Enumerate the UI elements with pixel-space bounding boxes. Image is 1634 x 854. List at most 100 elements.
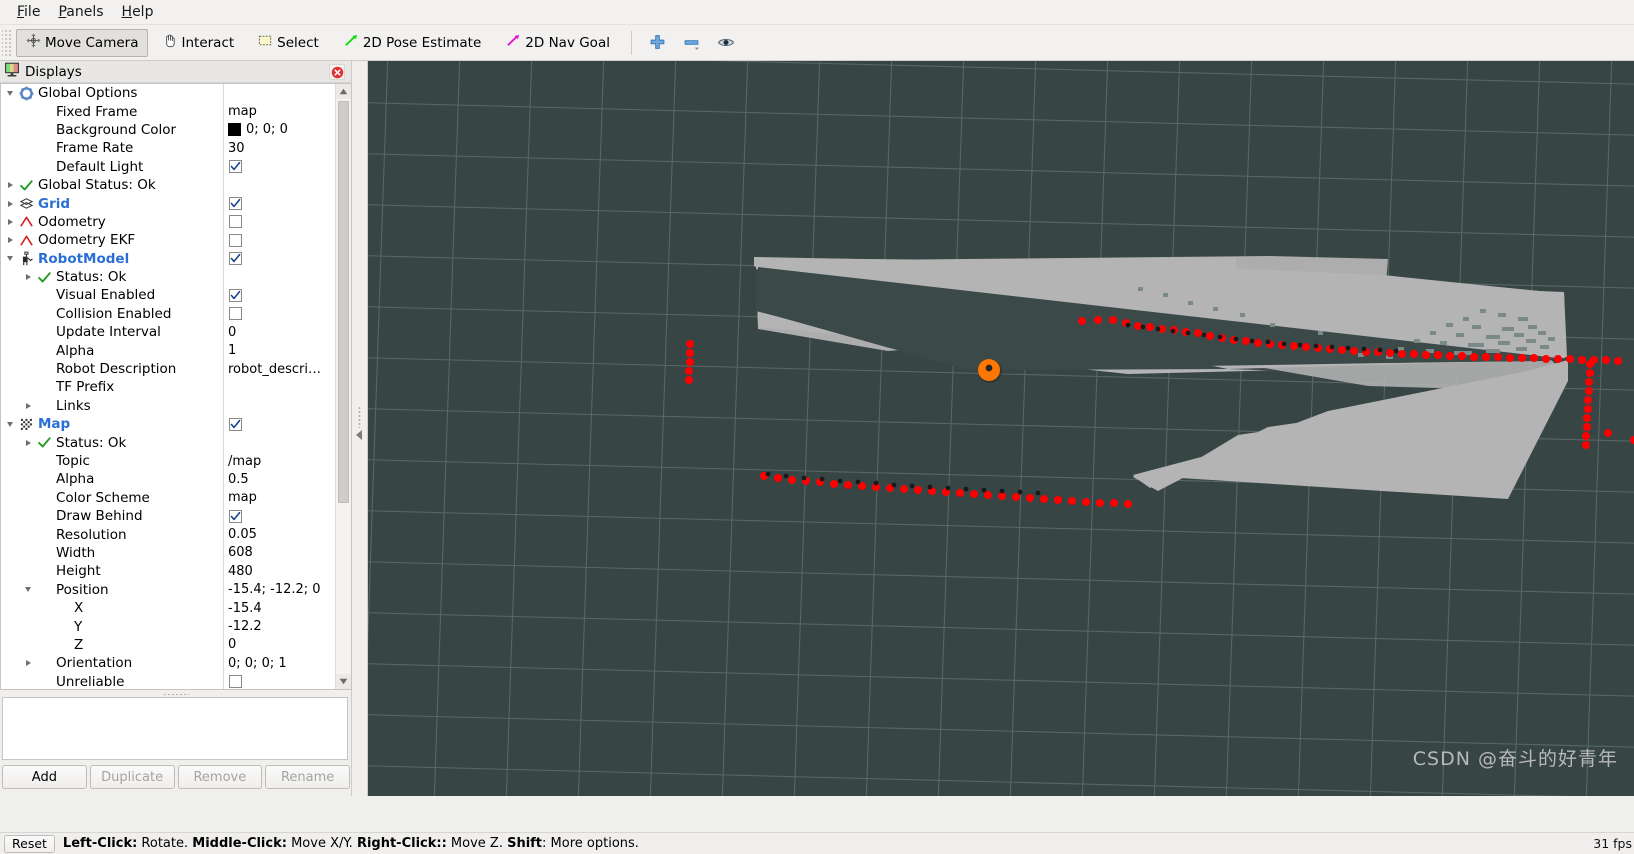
tree-row-value[interactable] bbox=[223, 415, 335, 434]
tree-row[interactable]: Position -15.4; -12.2; 0 bbox=[1, 580, 335, 599]
tree-row-value[interactable] bbox=[223, 378, 335, 397]
scroll-up-arrow-icon[interactable] bbox=[336, 84, 351, 99]
tree-row-value[interactable] bbox=[223, 304, 335, 324]
tree-row[interactable]: Height 480 bbox=[1, 562, 335, 581]
expand-arrow-right-icon[interactable] bbox=[21, 268, 35, 286]
tree-row[interactable]: Global Status: Ok bbox=[1, 175, 335, 195]
tree-row[interactable]: Width 608 bbox=[1, 543, 335, 563]
tree-row-value[interactable]: robot_descri… bbox=[223, 359, 335, 379]
add-tool-icon[interactable] bbox=[643, 29, 673, 57]
menu-item-file[interactable]: File bbox=[8, 2, 49, 22]
tree-row[interactable]: Topic/map bbox=[1, 451, 335, 471]
tree-row[interactable]: RobotModel bbox=[1, 249, 335, 268]
checkbox-checked[interactable] bbox=[229, 417, 242, 431]
tree-row-value[interactable] bbox=[223, 157, 335, 176]
tool-interact[interactable]: Interact bbox=[152, 29, 244, 57]
color-swatch[interactable] bbox=[228, 123, 241, 137]
tool-2d-nav-goal[interactable]: 2D Nav Goal bbox=[495, 29, 620, 57]
menu-item-help[interactable]: Help bbox=[113, 2, 163, 22]
tree-row-value[interactable] bbox=[223, 249, 335, 268]
tree-row[interactable]: Odometry bbox=[1, 212, 335, 232]
3d-viewport[interactable]: CSDN @奋斗的好青年 bbox=[368, 61, 1634, 796]
close-icon[interactable] bbox=[329, 64, 345, 80]
expand-arrow-down-icon[interactable] bbox=[21, 581, 35, 599]
expand-arrow-right-icon[interactable] bbox=[21, 433, 35, 451]
checkbox-unchecked[interactable] bbox=[229, 233, 242, 247]
tree-row[interactable]: Alpha 0.5 bbox=[1, 470, 335, 489]
tree-row[interactable]: Odometry EKF bbox=[1, 231, 335, 250]
checkbox-checked[interactable] bbox=[229, 252, 242, 266]
tree-row[interactable]: Collision Enabled bbox=[1, 304, 335, 324]
tree-row[interactable]: Alpha 1 bbox=[1, 341, 335, 360]
tree-row[interactable]: Y -12.2 bbox=[1, 617, 335, 636]
visibility-eye-icon[interactable] bbox=[711, 29, 741, 57]
tree-row-value[interactable] bbox=[223, 231, 335, 250]
checkbox-unchecked[interactable] bbox=[229, 307, 242, 321]
scrollbar-thumb[interactable] bbox=[338, 101, 349, 503]
displays-tree-scrollbar[interactable] bbox=[335, 84, 351, 689]
tree-row-value[interactable]: -15.4; -12.2; 0 bbox=[223, 580, 335, 599]
checkbox-checked[interactable] bbox=[229, 288, 242, 302]
tree-row[interactable]: Update Interval 0 bbox=[1, 323, 335, 342]
expand-arrow-right-icon[interactable] bbox=[3, 213, 17, 231]
tree-row[interactable]: Status: Ok bbox=[1, 267, 335, 287]
tool-move-camera[interactable]: Move Camera bbox=[16, 28, 149, 57]
expand-arrow-down-icon[interactable] bbox=[3, 415, 17, 433]
tree-row[interactable]: Draw Behind bbox=[1, 506, 335, 526]
remove-button[interactable]: Remove bbox=[177, 765, 263, 789]
menu-item-panels[interactable]: Panels bbox=[49, 2, 112, 22]
tree-row[interactable]: Resolution 0.05 bbox=[1, 525, 335, 544]
tree-row[interactable]: Background Color 0; 0; 0 bbox=[1, 120, 335, 140]
expand-arrow-right-icon[interactable] bbox=[3, 194, 17, 212]
tree-row[interactable]: Visual Enabled bbox=[1, 286, 335, 305]
tree-row[interactable]: Fixed Frame map bbox=[1, 102, 335, 121]
collapse-panel-arrow-icon[interactable] bbox=[356, 430, 362, 440]
checkbox-unchecked[interactable] bbox=[229, 215, 242, 229]
tree-row-value[interactable]: -15.4 bbox=[223, 598, 335, 618]
tree-row-value[interactable] bbox=[223, 286, 335, 305]
tree-row[interactable]: Map bbox=[1, 415, 335, 434]
expand-arrow-right-icon[interactable] bbox=[3, 231, 17, 249]
tree-row-value[interactable] bbox=[223, 433, 335, 452]
tree-row-value[interactable]: -12.2 bbox=[223, 617, 335, 636]
tree-row-value[interactable]: 0 bbox=[223, 323, 335, 342]
tree-row-value[interactable]: 0; 0; 0; 1 bbox=[223, 654, 335, 673]
tree-row[interactable]: Default Light bbox=[1, 157, 335, 176]
tree-row[interactable]: Robot Description robot_descri… bbox=[1, 359, 335, 379]
tree-row[interactable]: Global Options bbox=[1, 84, 335, 103]
rename-button[interactable]: Rename bbox=[265, 765, 350, 789]
checkbox-checked[interactable] bbox=[229, 509, 242, 523]
tree-row-value[interactable]: 1 bbox=[223, 341, 335, 360]
tree-row-value[interactable] bbox=[223, 175, 335, 195]
tree-row-value[interactable] bbox=[223, 194, 335, 213]
tree-row[interactable]: Z0 bbox=[1, 635, 335, 655]
panel-viewport-splitter[interactable] bbox=[352, 61, 368, 796]
expand-arrow-right-icon[interactable] bbox=[21, 654, 35, 672]
add-button[interactable]: Add bbox=[2, 765, 87, 789]
tree-row-value[interactable] bbox=[223, 672, 335, 689]
tree-row-value[interactable]: map bbox=[223, 102, 335, 121]
tree-row[interactable]: Frame Rate 30 bbox=[1, 139, 335, 158]
tree-row-value[interactable]: 480 bbox=[223, 562, 335, 581]
tree-row[interactable]: Orientation 0; 0; 0; 1 bbox=[1, 654, 335, 673]
expand-arrow-right-icon[interactable] bbox=[21, 397, 35, 415]
tree-row-value[interactable]: 0.05 bbox=[223, 525, 335, 544]
checkbox-checked[interactable] bbox=[229, 197, 242, 211]
checkbox-unchecked[interactable] bbox=[229, 675, 242, 689]
tree-row-value[interactable]: 30 bbox=[223, 139, 335, 158]
tree-row-value[interactable]: 0 bbox=[223, 635, 335, 655]
tree-row-value[interactable]: 0; 0; 0 bbox=[223, 120, 335, 140]
tree-row[interactable]: Links bbox=[1, 396, 335, 416]
toolbar-drag-grip[interactable] bbox=[2, 29, 11, 56]
tool-2d-pose-estimate[interactable]: 2D Pose Estimate bbox=[333, 29, 491, 57]
tree-row-value[interactable] bbox=[223, 212, 335, 232]
expand-arrow-down-icon[interactable] bbox=[3, 250, 17, 268]
scroll-down-arrow-icon[interactable] bbox=[336, 674, 351, 689]
tree-row[interactable]: Color Scheme map bbox=[1, 488, 335, 507]
tree-row-value[interactable]: map bbox=[223, 488, 335, 507]
tree-row[interactable]: Status: Ok bbox=[1, 433, 335, 452]
tree-row[interactable]: X -15.4 bbox=[1, 598, 335, 618]
expand-arrow-down-icon[interactable] bbox=[3, 84, 17, 102]
tree-row[interactable]: Grid bbox=[1, 194, 335, 213]
remove-tool-icon[interactable] bbox=[677, 29, 707, 57]
